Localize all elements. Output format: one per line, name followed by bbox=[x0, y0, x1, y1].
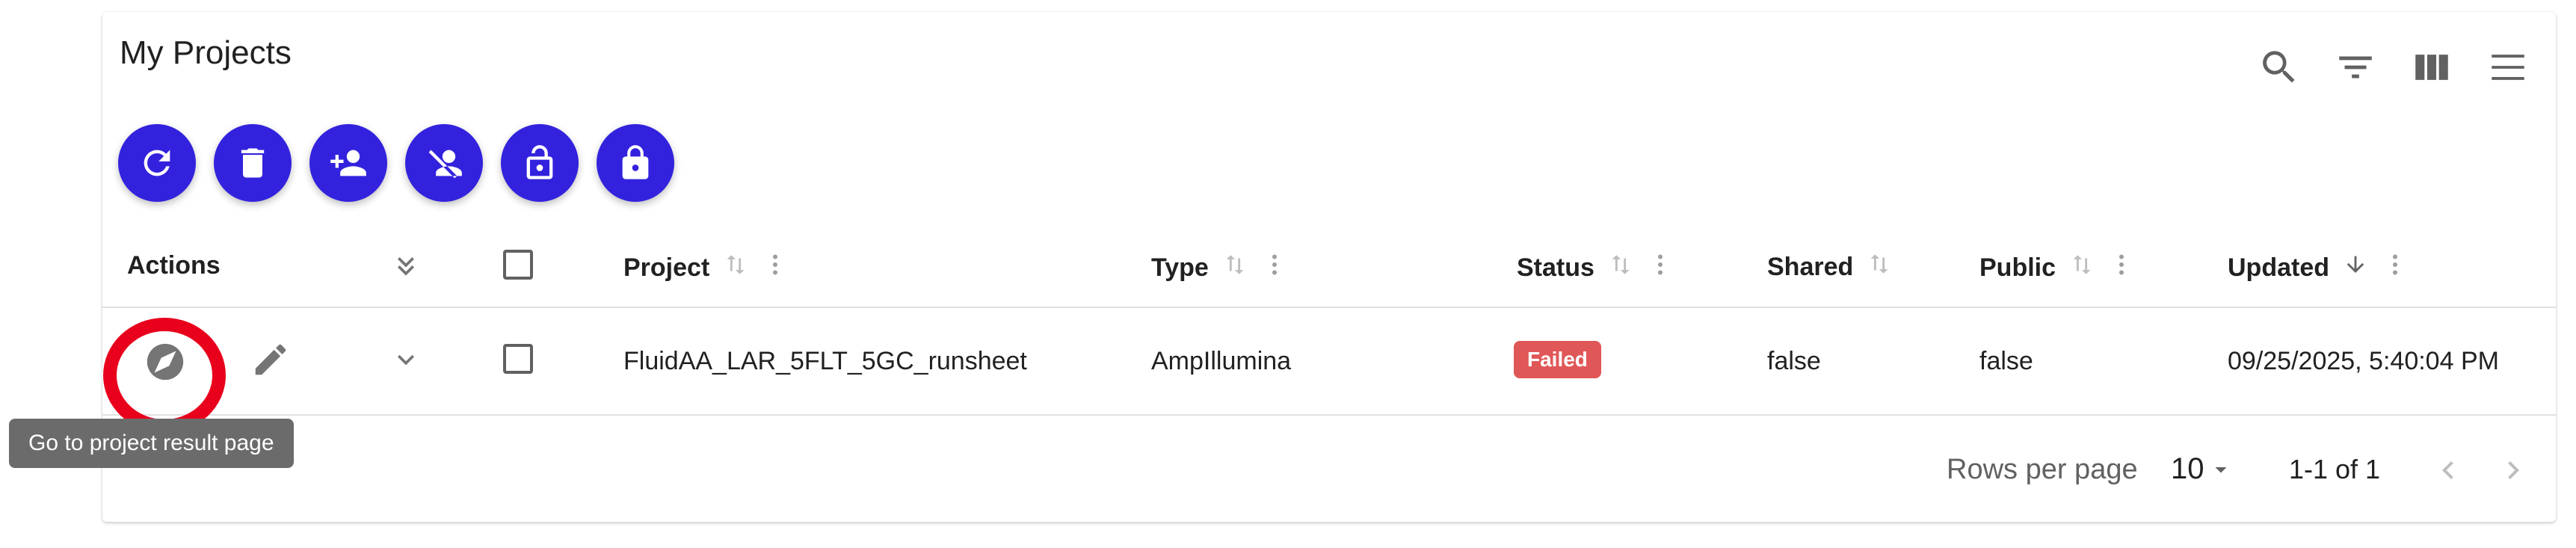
status-badge: Failed bbox=[1514, 341, 1601, 378]
menu-icon[interactable] bbox=[2484, 43, 2532, 91]
header-project[interactable]: Project bbox=[623, 251, 789, 285]
next-page-button[interactable] bbox=[2495, 452, 2532, 489]
columns-icon[interactable] bbox=[2408, 43, 2456, 91]
header-type[interactable]: Type bbox=[1151, 251, 1288, 285]
rows-per-page-label: Rows per page bbox=[1947, 454, 2138, 485]
sort-desc-icon[interactable] bbox=[2343, 252, 2368, 284]
chevron-right-icon bbox=[2508, 461, 2519, 479]
expand-all-button[interactable] bbox=[387, 247, 425, 284]
header-updated[interactable]: Updated bbox=[2228, 251, 2409, 285]
cell-type: AmpIllumina bbox=[1151, 347, 1292, 375]
page-title: My Projects bbox=[120, 34, 292, 71]
highlight-ring bbox=[103, 318, 226, 433]
cell-shared: false bbox=[1767, 347, 1821, 375]
refresh-icon bbox=[144, 150, 170, 176]
chevron-left-icon bbox=[2442, 461, 2453, 479]
column-menu-icon[interactable] bbox=[1261, 251, 1288, 285]
filter-icon[interactable] bbox=[2332, 43, 2379, 91]
add-person-icon bbox=[330, 150, 366, 176]
delete-button[interactable] bbox=[214, 124, 292, 202]
chevron-down-icon bbox=[398, 354, 414, 366]
cell-public: false bbox=[1979, 347, 2033, 375]
remove-person-icon bbox=[428, 150, 462, 179]
refresh-button[interactable] bbox=[118, 124, 196, 202]
double-chevron-down-icon bbox=[398, 257, 414, 276]
table-header bbox=[102, 224, 2556, 308]
sort-icon[interactable] bbox=[1222, 252, 1248, 284]
search-icon[interactable] bbox=[2255, 43, 2303, 91]
header-shared[interactable]: Shared bbox=[1767, 251, 1892, 283]
expand-row-button[interactable] bbox=[387, 341, 425, 378]
header-status[interactable]: Status bbox=[1517, 251, 1674, 285]
cell-project[interactable]: FluidAA_LAR_5FLT_5GC_runsheet bbox=[623, 347, 1027, 376]
sort-icon[interactable] bbox=[1608, 252, 1633, 284]
pencil-icon bbox=[255, 344, 286, 375]
unlock-button[interactable] bbox=[501, 124, 579, 202]
add-member-button[interactable] bbox=[309, 124, 387, 202]
prev-page-button[interactable] bbox=[2429, 452, 2467, 489]
select-all-checkbox[interactable] bbox=[503, 250, 533, 280]
column-menu-icon[interactable] bbox=[1647, 251, 1674, 285]
column-menu-icon[interactable] bbox=[2382, 251, 2409, 285]
edit-button[interactable] bbox=[249, 338, 292, 381]
sort-icon[interactable] bbox=[723, 252, 748, 284]
header-public[interactable]: Public bbox=[1979, 251, 2135, 285]
remove-member-button[interactable] bbox=[405, 124, 483, 202]
column-menu-icon[interactable] bbox=[762, 251, 789, 285]
sort-icon[interactable] bbox=[1867, 251, 1892, 283]
pagination-range: 1-1 of 1 bbox=[2289, 454, 2381, 484]
header-actions: Actions bbox=[127, 251, 221, 280]
tooltip: Go to project result page bbox=[9, 419, 294, 468]
sort-icon[interactable] bbox=[2069, 252, 2095, 284]
row-checkbox[interactable] bbox=[503, 344, 533, 374]
column-menu-icon[interactable] bbox=[2108, 251, 2135, 285]
lock-icon bbox=[622, 145, 649, 179]
unlock-icon bbox=[526, 145, 553, 179]
rows-per-page-select[interactable]: 10 bbox=[2171, 452, 2234, 486]
delete-icon bbox=[241, 148, 265, 178]
table-row bbox=[102, 308, 2556, 416]
caret-down-icon bbox=[2215, 467, 2226, 472]
lock-button[interactable] bbox=[597, 124, 674, 202]
cell-updated: 09/25/2025, 5:40:04 PM bbox=[2228, 347, 2499, 375]
